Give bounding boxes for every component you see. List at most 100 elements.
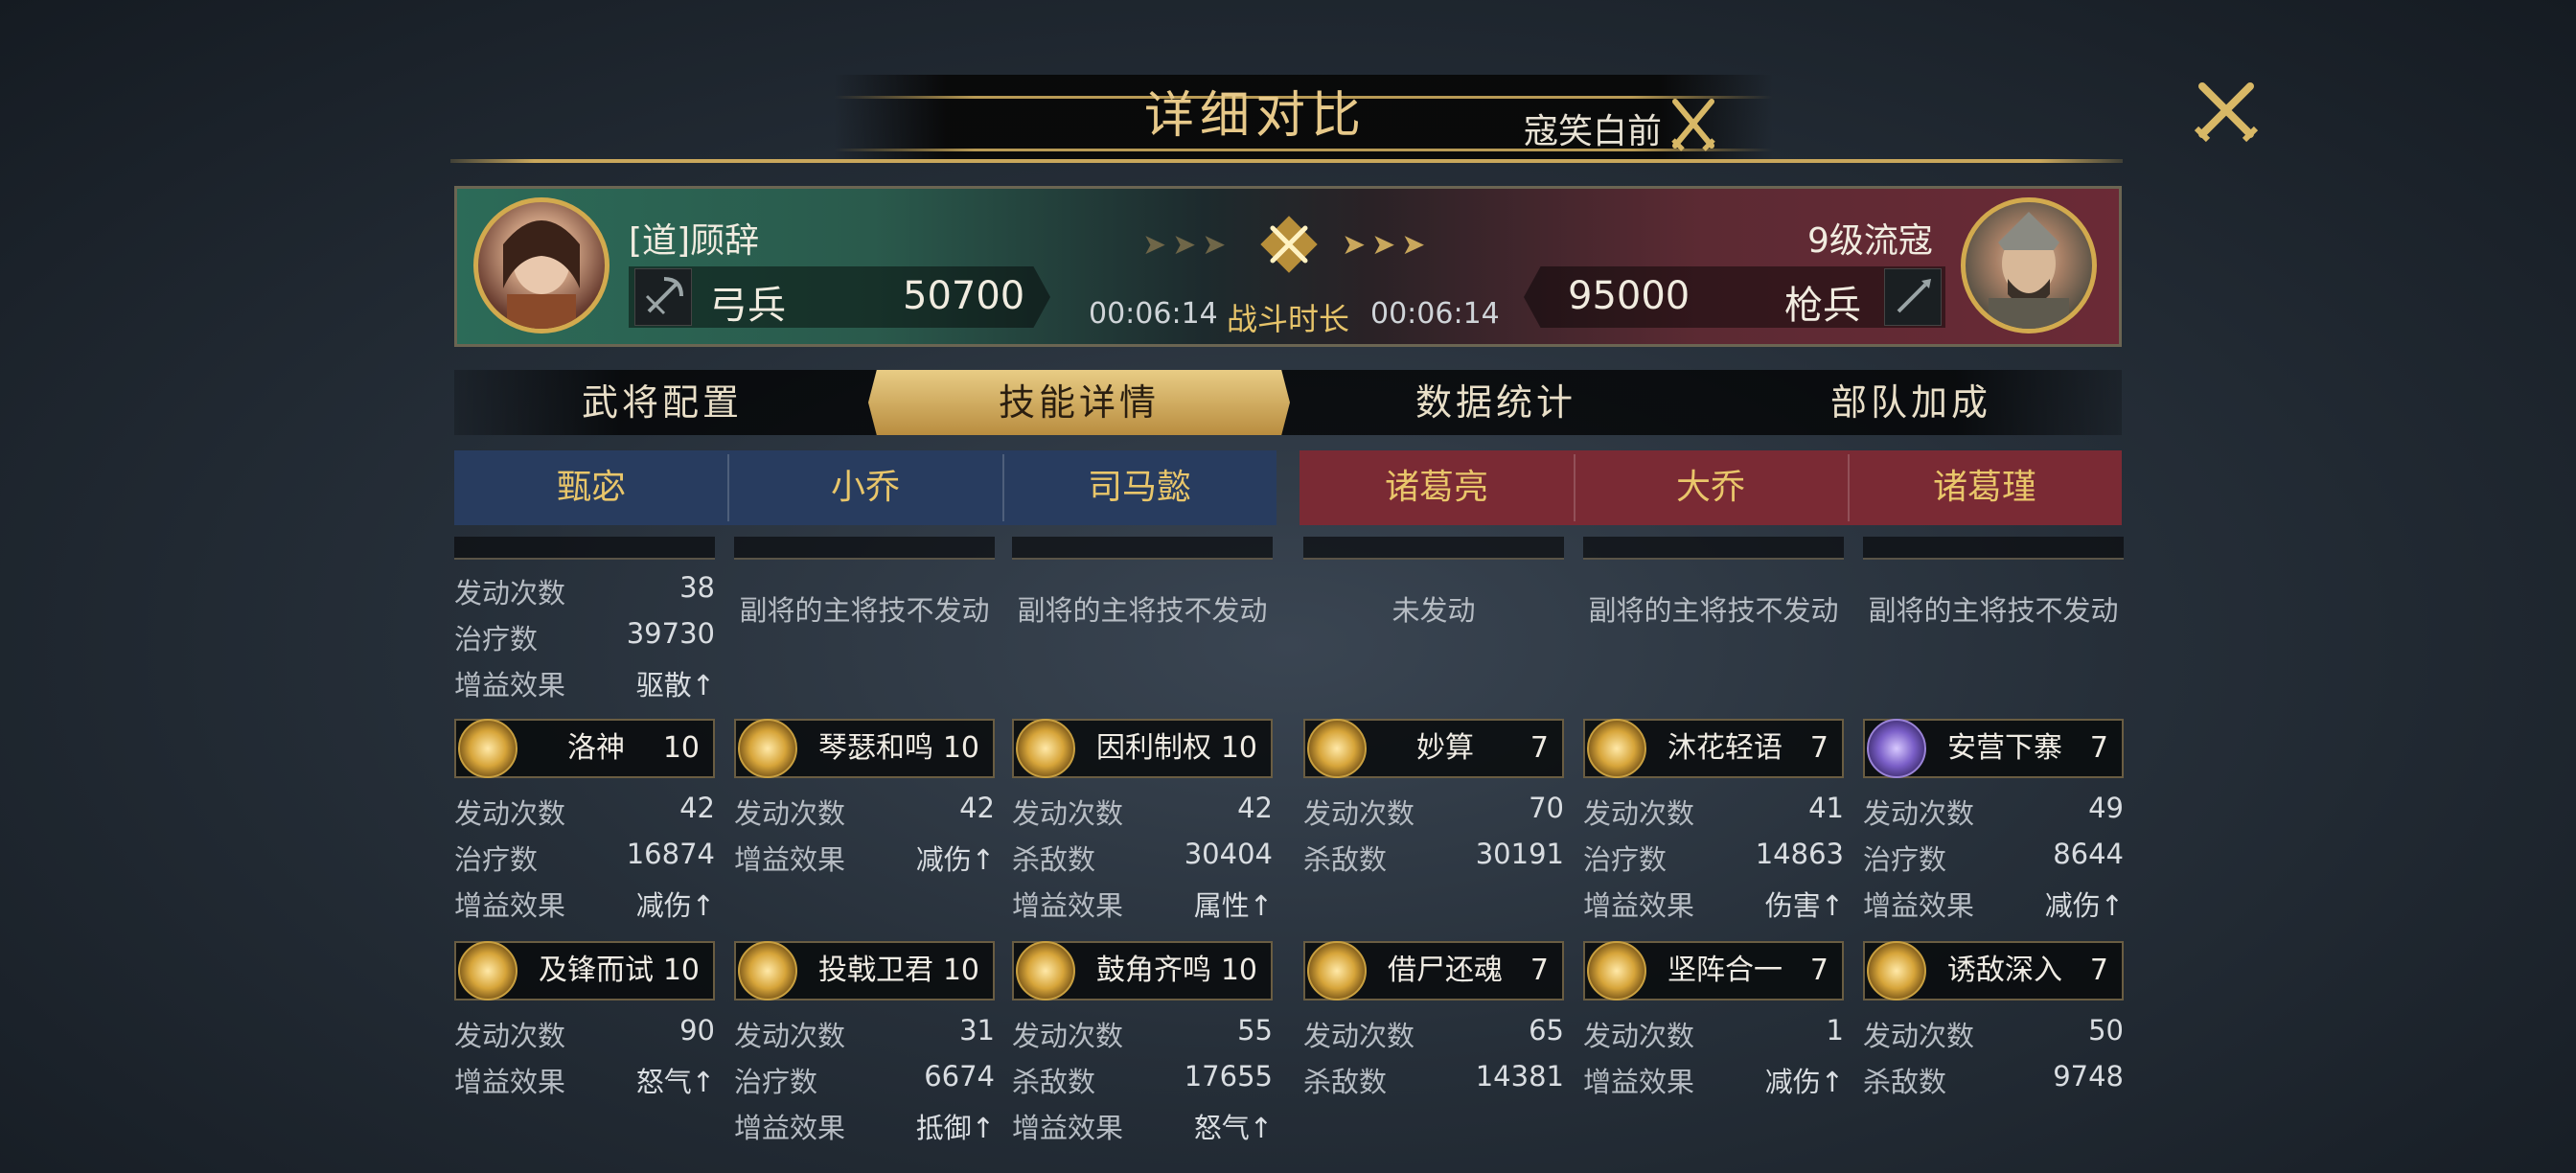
- stat-value: 14863: [1755, 838, 1844, 870]
- skill-column: 副将的主将技不发动 琴瑟和鸣 10 发动次数 42 增益效果 减伤↑ 投戟卫君 10 发动次数 31…: [734, 537, 995, 1150]
- skill-column: 副将的主将技不发动 安营下寨 7 发动次数 49 治疗数 8644 增益效果 减伤↑ 诱敌深入 7 发…: [1863, 537, 2124, 1150]
- skill-name: 诱敌深入: [1947, 954, 2062, 987]
- skill-header[interactable]: 因利制权 10: [1012, 719, 1273, 778]
- skill-header[interactable]: 坚阵合一 7: [1583, 941, 1844, 1000]
- hero-tab-zhugejin[interactable]: 诸葛瑾: [1848, 450, 2122, 525]
- stat-row: 发动次数 65: [1303, 1014, 1564, 1058]
- stat-row: 发动次数 38: [454, 571, 715, 615]
- stat-value: 14381: [1475, 1060, 1564, 1092]
- stat-label: 发动次数: [454, 577, 566, 610]
- skill-header[interactable]: 安营下寨 7: [1863, 719, 2124, 778]
- stat-label: 杀敌数: [1863, 1066, 1947, 1098]
- stat-row: 杀敌数 9748: [1863, 1060, 2124, 1104]
- skill-icon: [1867, 719, 1926, 778]
- skill-level: 10: [662, 954, 700, 987]
- skill-header[interactable]: 投戟卫君 10: [734, 941, 995, 1000]
- header-divider: [450, 159, 2123, 163]
- stat-row: 增益效果 伤害↑: [1583, 884, 1844, 928]
- stat-label: 增益效果: [454, 889, 566, 922]
- stat-label: 杀敌数: [1303, 843, 1388, 876]
- skill-icon: [1307, 941, 1367, 1000]
- stat-value: 49: [2088, 792, 2124, 824]
- player-name: [道]顾辞: [629, 221, 760, 261]
- skill-header[interactable]: 及锋而试 10: [454, 941, 715, 1000]
- skill-not-triggered-message: 副将的主将技不发动: [1017, 594, 1268, 627]
- skill-header[interactable]: 琴瑟和鸣 10: [734, 719, 995, 778]
- skill-name: 沐花轻语: [1668, 731, 1782, 765]
- spear-icon: [1884, 268, 1942, 326]
- stat-label: 增益效果: [1012, 889, 1124, 922]
- hero-tab-zhugeliang[interactable]: 诸葛亮: [1300, 450, 1574, 525]
- skill-name: 洛神: [567, 731, 625, 765]
- stat-label: 杀敌数: [1303, 1066, 1388, 1098]
- skill-icon: [738, 941, 797, 1000]
- stat-label: 增益效果: [454, 669, 566, 702]
- stat-label: 增益效果: [1863, 889, 1975, 922]
- stat-label: 发动次数: [1863, 1020, 1975, 1052]
- stat-row: 发动次数 70: [1303, 792, 1564, 836]
- stat-row: 治疗数 16874: [454, 838, 715, 882]
- crossed-swords-icon: [1671, 99, 1715, 151]
- page-title: 详细对比: [1143, 87, 1367, 145]
- stat-row: 发动次数 90: [454, 1014, 715, 1058]
- stat-row: 发动次数 1: [1583, 1014, 1844, 1058]
- skill-header[interactable]: 洛神 10: [454, 719, 715, 778]
- skill-icon: [1587, 719, 1646, 778]
- player-avatar[interactable]: [473, 197, 610, 334]
- stat-value: 减伤↑: [2044, 889, 2124, 922]
- skill-icon: [458, 719, 518, 778]
- skill-level: 7: [1809, 954, 1828, 987]
- stat-value: 17655: [1184, 1060, 1273, 1092]
- skill-header[interactable]: 沐花轻语 7: [1583, 719, 1844, 778]
- stat-value: 属性↑: [1193, 889, 1273, 922]
- tab-troop-bonus[interactable]: 部队加成: [1702, 370, 2120, 435]
- main-skill-header-edge: [1583, 537, 1844, 560]
- arrows-left: ➤➤➤: [1142, 228, 1232, 262]
- stat-row: 发动次数 42: [734, 792, 995, 836]
- skill-icon: [1016, 941, 1075, 1000]
- stat-row: 杀敌数 14381: [1303, 1060, 1564, 1104]
- stat-row: 增益效果 减伤↑: [1583, 1060, 1844, 1104]
- hero-tab-daqiao[interactable]: 大乔: [1574, 450, 1848, 525]
- stat-row: 治疗数 8644: [1863, 838, 2124, 882]
- tab-skill-details[interactable]: 技能详情: [868, 370, 1290, 435]
- skill-level: 10: [942, 954, 979, 987]
- main-skill-header-edge: [734, 537, 995, 560]
- stat-row: 发动次数 41: [1583, 792, 1844, 836]
- stat-value: 39730: [626, 617, 715, 650]
- hero-tab-xiaoqiao[interactable]: 小乔: [728, 450, 1002, 525]
- skill-column: 副将的主将技不发动因利制权 10 发动次数 42 杀敌数 30404 增益效果 属性↑ 鼓角齐鸣…: [1012, 537, 1273, 1150]
- skill-name: 鼓角齐鸣: [1096, 954, 1211, 987]
- stat-row: 增益效果 减伤↑: [1863, 884, 2124, 928]
- skill-header[interactable]: 借尸还魂 7: [1303, 941, 1564, 1000]
- stat-value: 8644: [2053, 838, 2124, 870]
- opponent-subtitle: 寇笑白前: [1524, 112, 1663, 151]
- skill-not-triggered-message: 副将的主将技不发动: [739, 594, 990, 627]
- skill-name: 借尸还魂: [1388, 954, 1503, 987]
- hero-tab-simayi[interactable]: 司马懿: [1002, 450, 1276, 525]
- skill-header[interactable]: 诱敌深入 7: [1863, 941, 2124, 1000]
- stat-label: 增益效果: [734, 843, 846, 876]
- stat-value: 65: [1529, 1014, 1564, 1046]
- hero-tab-zhenfu[interactable]: 甄宓: [454, 450, 728, 525]
- skill-level: 7: [2089, 954, 2108, 987]
- stat-row: 杀敌数 30191: [1303, 838, 1564, 882]
- tab-data-stats[interactable]: 数据统计: [1290, 370, 1702, 435]
- enemy-avatar[interactable]: [1961, 197, 2097, 334]
- tab-hero-config[interactable]: 武将配置: [456, 370, 868, 435]
- stat-value: 42: [1237, 792, 1273, 824]
- skill-header[interactable]: 妙算 7: [1303, 719, 1564, 778]
- stat-label: 发动次数: [1583, 1020, 1695, 1052]
- stat-value: 减伤↑: [635, 889, 715, 922]
- stat-value: 伤害↑: [1764, 889, 1844, 922]
- skill-icon: [738, 719, 797, 778]
- close-icon[interactable]: [2193, 77, 2260, 144]
- skill-header[interactable]: 鼓角齐鸣 10: [1012, 941, 1273, 1000]
- stat-label: 发动次数: [1012, 1020, 1124, 1052]
- stat-row: 杀敌数 30404: [1012, 838, 1273, 882]
- stat-row: 增益效果 怒气↑: [1012, 1106, 1273, 1150]
- skill-level: 10: [662, 731, 700, 765]
- stat-row: 治疗数 6674: [734, 1060, 995, 1104]
- skill-not-triggered-message: 副将的主将技不发动: [1588, 594, 1839, 627]
- stat-value: 38: [679, 571, 715, 604]
